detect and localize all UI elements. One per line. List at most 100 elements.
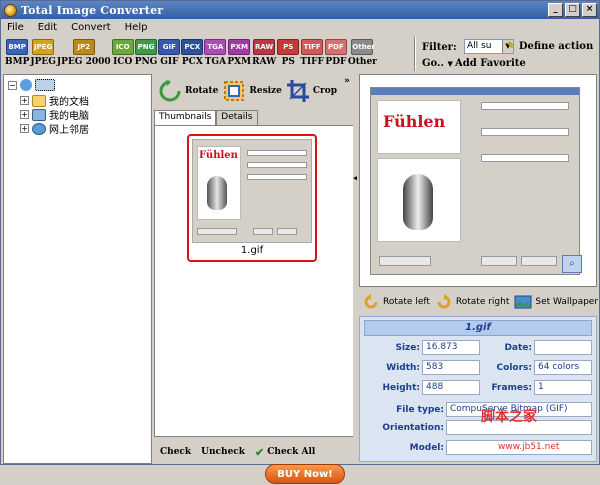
tree-item-computer[interactable]: + 我的电脑 — [20, 107, 89, 122]
minimize-button[interactable]: _ — [548, 3, 563, 17]
format-ps-button[interactable]: PS PS — [277, 36, 300, 72]
format-label: BMP — [5, 57, 30, 67]
tree-item-label: 我的文档 — [49, 97, 89, 108]
set-wallpaper-label: Set Wallpaper — [535, 297, 599, 307]
menu-convert[interactable]: Convert — [71, 22, 111, 33]
thumbnail-card[interactable]: Fühlen 1.gif — [187, 134, 317, 262]
network-icon — [32, 122, 46, 135]
format-pxm-button[interactable]: PXM PXM — [227, 36, 251, 72]
rotate-label: Rotate — [185, 86, 219, 96]
rotate-right-label: Rotate right — [455, 297, 510, 307]
uncheck-button[interactable]: Uncheck — [201, 447, 245, 457]
toolbar-separator — [414, 37, 416, 71]
add-favorite-button[interactable]: Add Favorite — [455, 58, 526, 69]
globe-icon — [20, 79, 32, 91]
tree-item-network[interactable]: + 网上邻居 — [20, 121, 89, 136]
filter-label: Filter: — [422, 42, 457, 53]
format-jpeg-button[interactable]: JPEG JPEG — [30, 36, 56, 72]
tab-thumbnails[interactable]: Thumbnails — [154, 110, 217, 126]
rotate-left-button[interactable]: Rotate left — [362, 293, 430, 311]
format-gif-button[interactable]: GIF GIF — [158, 36, 181, 72]
crop-button[interactable]: Crop — [286, 79, 337, 103]
format-pcx-button[interactable]: PCX PCX — [181, 36, 204, 72]
format-pdf-button[interactable]: PDF PDF — [324, 36, 347, 72]
resize-label: Resize — [249, 86, 282, 96]
format-jpeg-2000-button[interactable]: JP2 JPEG 2000 — [57, 36, 111, 72]
format-label: GIF — [160, 57, 179, 67]
colors-value: 64 colors — [534, 360, 592, 375]
rotate-button[interactable]: Rotate — [158, 79, 218, 103]
format-label: Other — [347, 57, 377, 67]
filter-bar: Filter: All su ▼ ✎ Define action Go.. ▼ … — [419, 38, 599, 72]
size-label: Size: — [395, 343, 420, 353]
check-all-button[interactable]: ✔ Check All — [255, 446, 315, 459]
resize-button[interactable]: Resize — [222, 79, 282, 103]
format-tga-icon: TGA — [204, 39, 227, 55]
menu-file[interactable]: File — [7, 22, 24, 33]
image-preview[interactable]: Fühlen ⌕ — [359, 74, 597, 287]
menu-bar: File Edit Convert Help — [1, 19, 599, 35]
date-label: Date: — [504, 343, 532, 353]
format-tiff-button[interactable]: TIFF TIFF — [300, 36, 324, 72]
rotate-left-icon — [364, 294, 378, 309]
menu-help[interactable]: Help — [125, 22, 148, 33]
tree-item-label: 网上邻居 — [49, 125, 89, 136]
format-tga-button[interactable]: TGA TGA — [204, 36, 227, 72]
close-button[interactable]: × — [582, 3, 597, 17]
thumbnail-brand: Fühlen — [199, 150, 238, 161]
check-button[interactable]: Check — [160, 447, 191, 457]
action-toolbar: Rotate Resize Crop » — [154, 74, 354, 108]
check-toolbar: Check Uncheck ✔ Check All — [154, 440, 354, 464]
thumbnail-image: Fühlen — [192, 139, 312, 243]
format-ico-icon: ICO — [111, 39, 134, 55]
buy-now-button[interactable]: BUY Now! — [265, 464, 345, 484]
preview-window: Fühlen — [370, 87, 580, 275]
set-wallpaper-button[interactable]: Set Wallpaper — [514, 293, 598, 311]
menu-edit[interactable]: Edit — [38, 22, 57, 33]
tab-details[interactable]: Details — [216, 110, 258, 125]
tree-root[interactable]: − — [8, 79, 58, 91]
format-bmp-button[interactable]: BMP BMP — [5, 36, 29, 72]
filter-value: All su — [467, 41, 492, 51]
collapse-icon[interactable]: − — [8, 80, 17, 90]
format-ico-button[interactable]: ICO ICO — [111, 36, 134, 72]
format-bmp-icon: BMP — [6, 39, 29, 55]
colors-label: Colors: — [496, 363, 532, 373]
wand-icon: ✎ — [507, 41, 516, 52]
format-label: TIFF — [300, 57, 324, 67]
file-info-panel: 1.gif Size: 16.873 Date: Width: 583 Colo… — [359, 316, 597, 462]
filetype-label: File type: — [396, 405, 444, 415]
format-png-icon: PNG — [135, 39, 158, 55]
chevron-down-icon: ▼ — [447, 59, 453, 68]
format-jpeg-icon: JPEG — [32, 39, 55, 55]
rotate-right-button[interactable]: Rotate right — [435, 293, 509, 311]
format-label: RAW — [252, 57, 277, 67]
model-label: Model: — [409, 443, 444, 453]
expand-icon[interactable]: + — [20, 110, 29, 119]
format-png-button[interactable]: PNG PNG — [135, 36, 158, 72]
define-action-button[interactable]: ✎ Define action — [507, 41, 593, 52]
format-label: PS — [281, 57, 295, 67]
date-value — [534, 340, 592, 355]
thumbnail-area[interactable]: Fühlen 1.gif BUY Now! — [154, 125, 354, 484]
tree-item-documents[interactable]: + 我的文档 — [20, 93, 89, 108]
more-icon[interactable]: » — [344, 76, 350, 86]
format-ps-icon: PS — [277, 39, 300, 55]
zoom-icon[interactable]: ⌕ — [562, 255, 582, 273]
format-label: ICO — [113, 57, 133, 67]
folder-tree[interactable]: − + 我的文档 + 我的电脑 + 网上邻居 — [3, 74, 152, 464]
format-pcx-icon: PCX — [181, 39, 204, 55]
expand-icon[interactable]: + — [20, 96, 29, 105]
expand-icon[interactable]: + — [20, 124, 29, 133]
format-raw-button[interactable]: RAW RAW — [252, 36, 276, 72]
maximize-button[interactable]: □ — [565, 3, 580, 17]
width-value: 583 — [422, 360, 480, 375]
desktop-icon — [35, 79, 55, 91]
app-icon — [4, 3, 17, 17]
info-filename: 1.gif — [364, 320, 592, 336]
preview-brand: Fühlen — [383, 112, 446, 131]
format-other-icon: Other — [351, 39, 375, 55]
goto-button[interactable]: Go.. ▼ — [422, 58, 453, 69]
crop-label: Crop — [312, 86, 338, 96]
format-other-button[interactable]: Other Other — [348, 36, 377, 72]
